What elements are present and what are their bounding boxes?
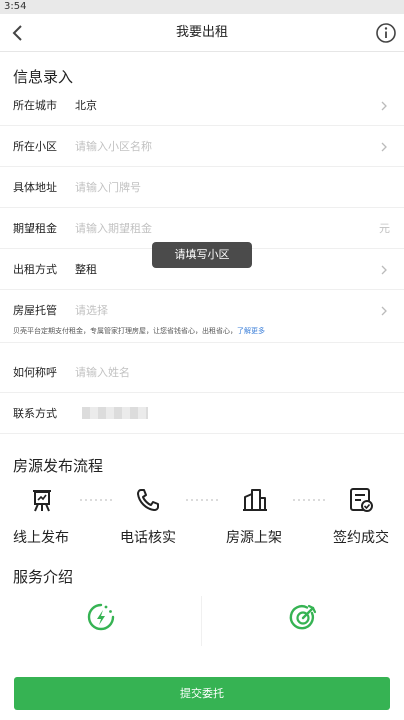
target-icon (289, 604, 317, 630)
process-section-title: 房源发布流程 (13, 457, 104, 475)
status-time: 3:54 (4, 1, 27, 12)
custody-select[interactable]: 请选择 (75, 291, 108, 331)
step-online-publish: 线上发布 (13, 530, 69, 546)
info-circle-icon[interactable] (374, 21, 398, 45)
rent-type-value: 整租 (75, 263, 97, 276)
phone-icon (137, 489, 159, 511)
buildings-icon (243, 489, 267, 511)
name-label: 如何称呼 (13, 366, 57, 379)
address-label: 具体地址 (13, 181, 57, 194)
custody-note: 贝壳平台定期支付租金，专属管家打理房屋，让您省钱省心，出租省心，了解更多 (13, 326, 265, 336)
step-phone-verify: 电话核实 (120, 530, 176, 546)
address-row: 具体地址 (0, 168, 404, 208)
submit-button[interactable]: 提交委托 (14, 677, 390, 710)
community-label: 所在小区 (13, 140, 57, 153)
easel-icon (33, 490, 51, 512)
contact-row: 联系方式 (0, 394, 404, 434)
learn-more-link[interactable]: 了解更多 (237, 327, 265, 335)
flow-connector (293, 499, 327, 501)
flow-connector (186, 499, 220, 501)
service-section-title: 服务介绍 (13, 568, 74, 586)
nav-bar: 我要出租 (0, 14, 404, 52)
city-label: 所在城市 (13, 99, 57, 112)
custody-note-text: 贝壳平台定期支付租金，专属管家打理房屋，让您省钱省心，出租省心， (13, 327, 237, 335)
step-listing: 房源上架 (226, 530, 282, 546)
service-divider (201, 596, 202, 646)
rent-label: 期望租金 (13, 222, 57, 235)
name-input[interactable] (75, 353, 335, 393)
chevron-right-icon (381, 306, 387, 316)
name-row: 如何称呼 (0, 353, 404, 393)
contact-value-blurred[interactable] (82, 407, 148, 419)
status-bar: 3:54 (0, 0, 404, 14)
flow-connector (80, 499, 114, 501)
chevron-right-icon (381, 265, 387, 275)
city-value: 北京 (75, 99, 97, 112)
page-title: 我要出租 (175, 25, 228, 40)
lightning-clock-icon (87, 603, 115, 631)
community-input[interactable]: 请输入小区名称 (75, 127, 152, 167)
info-section-title: 信息录入 (13, 68, 74, 86)
custody-label: 房屋托管 (13, 304, 57, 317)
chevron-left-icon[interactable] (6, 21, 30, 45)
chevron-right-icon (381, 142, 387, 152)
chevron-right-icon (381, 101, 387, 111)
toast-message: 请填写小区 (152, 242, 252, 268)
contract-icon (350, 488, 373, 512)
contact-label: 联系方式 (13, 407, 57, 420)
address-input[interactable] (75, 168, 335, 208)
rent-type-label: 出租方式 (13, 263, 57, 276)
rent-unit: 元 (379, 222, 390, 235)
community-row[interactable]: 所在小区 请输入小区名称 (0, 127, 404, 167)
city-row[interactable]: 所在城市 北京 (0, 86, 404, 126)
step-signing: 签约成交 (333, 530, 389, 546)
